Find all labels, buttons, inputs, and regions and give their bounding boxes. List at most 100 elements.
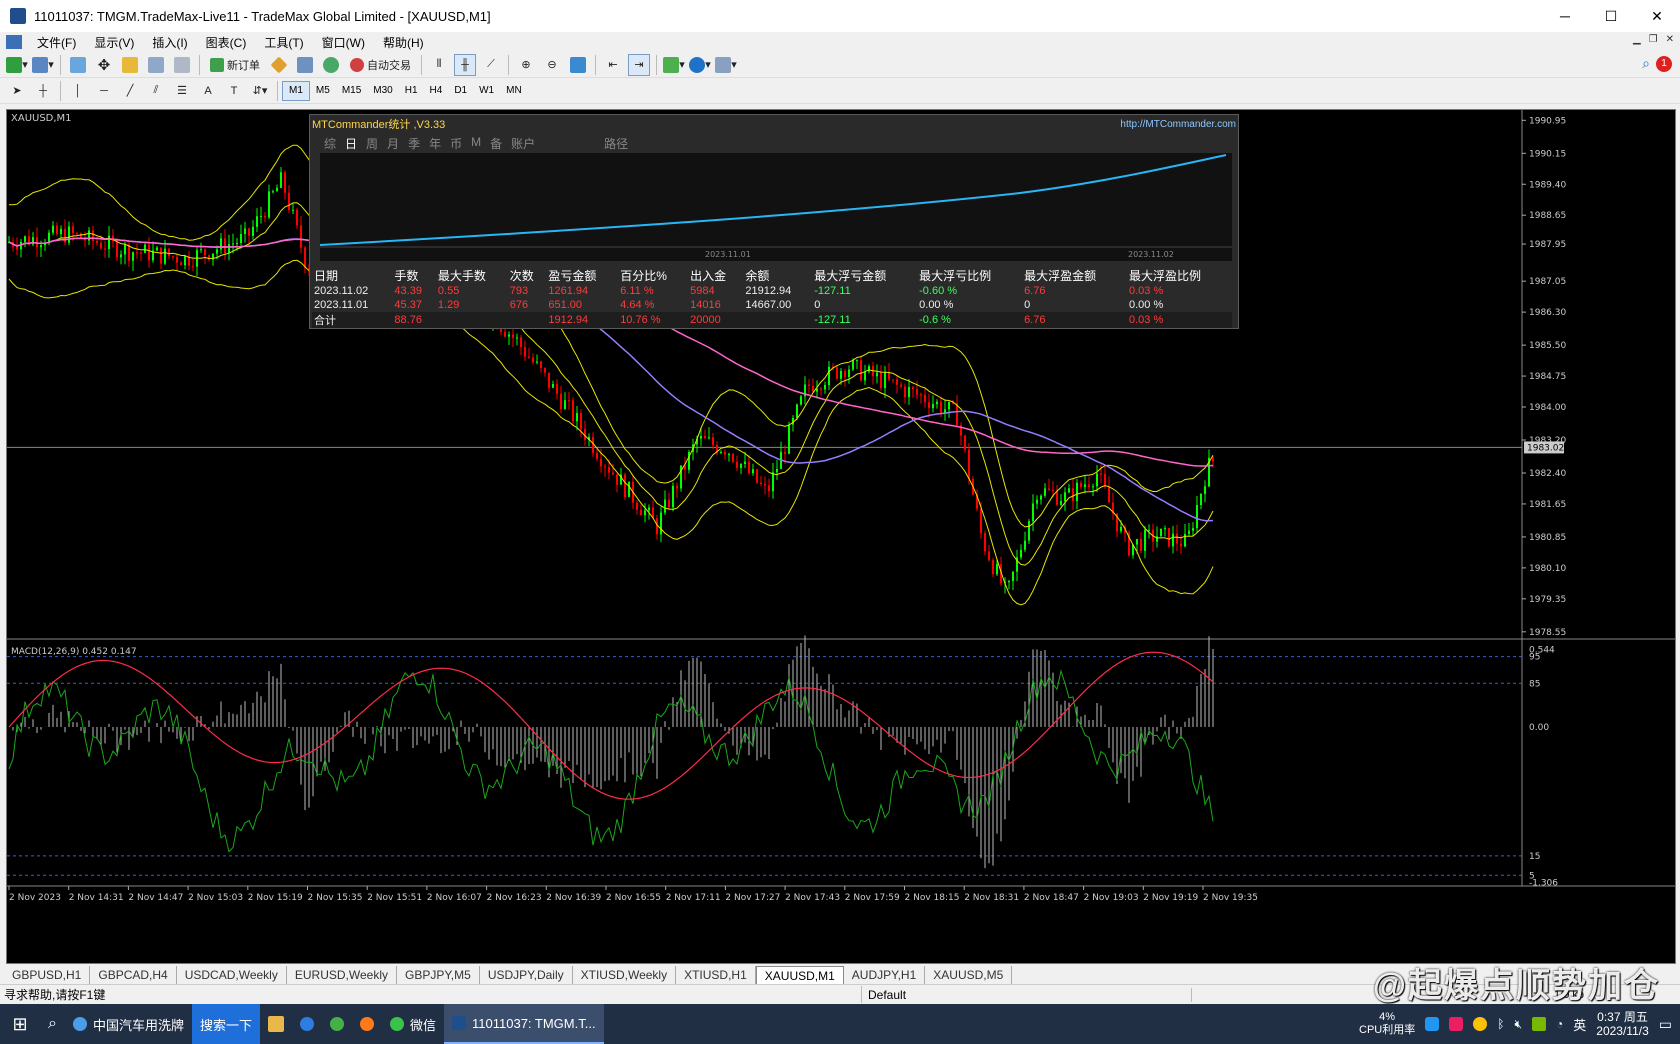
chart-shift-button[interactable]: ⇥ bbox=[628, 53, 650, 76]
notification-icon[interactable]: 1 bbox=[1656, 56, 1672, 72]
metaeditor-button[interactable] bbox=[268, 54, 290, 76]
mdi-restore-icon[interactable]: ❐ bbox=[1649, 34, 1658, 45]
periods-button[interactable]: ▾ bbox=[689, 54, 711, 76]
panel-tab-day[interactable]: 日 bbox=[345, 135, 357, 151]
crosshair-button[interactable]: ┼ bbox=[32, 80, 54, 102]
trend-line-button[interactable]: ╱ bbox=[119, 80, 141, 102]
panel-tab-m[interactable]: M bbox=[471, 135, 481, 149]
vertical-line-button[interactable]: │ bbox=[67, 80, 89, 102]
timeframe-m1[interactable]: M1 bbox=[282, 80, 310, 101]
timeframe-h1[interactable]: H1 bbox=[399, 81, 424, 101]
symbol-tab[interactable]: XAUUSD,M5 bbox=[925, 966, 1013, 984]
menu-charts[interactable]: 图表(C) bbox=[197, 34, 256, 51]
market-button[interactable] bbox=[320, 54, 342, 76]
chart-window[interactable]: XAUUSD,M1 MACD(12,26,9) 0.452 0.147 1990… bbox=[6, 109, 1676, 964]
tray-app-icon[interactable] bbox=[1473, 1017, 1488, 1031]
symbol-tab[interactable]: GBPUSD,H1 bbox=[4, 966, 91, 984]
indicators-button[interactable]: ▾ bbox=[663, 54, 685, 76]
auto-trading-button[interactable]: 自动交易 bbox=[346, 54, 415, 76]
text-button[interactable]: A bbox=[197, 80, 219, 102]
data-window-button[interactable]: ✥ bbox=[93, 54, 115, 76]
timeframe-mn[interactable]: MN bbox=[500, 81, 528, 101]
menu-window[interactable]: 窗口(W) bbox=[313, 34, 374, 51]
text-label-button[interactable]: T bbox=[223, 80, 245, 102]
windows-start-icon[interactable]: ⊞ bbox=[0, 1004, 40, 1044]
bluetooth-icon[interactable]: ᛒ bbox=[1497, 1017, 1504, 1031]
nvidia-icon[interactable] bbox=[1532, 1017, 1546, 1031]
app-green-icon[interactable] bbox=[322, 1004, 352, 1044]
panel-tab-currency[interactable]: 币 bbox=[450, 135, 462, 151]
zoom-out-button[interactable]: ⊖ bbox=[541, 54, 563, 76]
clock[interactable]: 0:37 周五 2023/11/3 bbox=[1596, 1010, 1649, 1038]
zoom-in-button[interactable]: ⊕ bbox=[515, 54, 537, 76]
panel-tab-route[interactable]: 路径 bbox=[604, 135, 628, 151]
tile-windows-button[interactable] bbox=[567, 54, 589, 76]
network-icon[interactable]: ◔ bbox=[1556, 1017, 1563, 1031]
mdi-close-icon[interactable]: ✕ bbox=[1666, 34, 1674, 45]
search-icon[interactable]: ⌕ bbox=[1642, 55, 1650, 72]
terminal-button[interactable] bbox=[145, 54, 167, 76]
symbol-tab[interactable]: USDJPY,Daily bbox=[480, 966, 573, 984]
symbol-tab[interactable]: EURUSD,Weekly bbox=[287, 966, 397, 984]
symbol-tab[interactable]: USDCAD,Weekly bbox=[177, 966, 287, 984]
panel-tab-summary[interactable]: 综 bbox=[324, 135, 336, 151]
market-watch-button[interactable] bbox=[67, 54, 89, 76]
notifications-icon[interactable]: ▭ bbox=[1659, 1016, 1672, 1033]
symbol-tab[interactable]: XTIUSD,H1 bbox=[676, 966, 756, 984]
panel-tab-month[interactable]: 月 bbox=[387, 135, 399, 151]
menu-insert[interactable]: 插入(I) bbox=[143, 34, 196, 51]
language-indicator[interactable]: 英 bbox=[1573, 1015, 1586, 1034]
panel-tab-account[interactable]: 账户 bbox=[511, 135, 535, 151]
panel-tab-note[interactable]: 备 bbox=[490, 135, 502, 151]
taskbar-mt4[interactable]: 11011037: TMGM.T... bbox=[444, 1004, 604, 1044]
symbol-tab-active[interactable]: XAUUSD,M1 bbox=[755, 966, 844, 984]
panel-link[interactable]: http://MTCommander.com bbox=[1120, 119, 1236, 130]
timeframe-w1[interactable]: W1 bbox=[473, 81, 500, 101]
new-order-button[interactable]: 新订单 bbox=[206, 54, 264, 76]
autoscroll-button[interactable]: ⇤ bbox=[602, 54, 624, 76]
bar-chart-button[interactable]: ⫴ bbox=[428, 54, 450, 76]
symbol-tab[interactable]: AUDJPY,H1 bbox=[844, 966, 926, 984]
volume-icon[interactable]: 🔇︎ bbox=[1514, 1017, 1522, 1032]
taskbar-app-browser[interactable]: 中国汽车用洗牌 bbox=[65, 1004, 192, 1044]
panel-tab-year[interactable]: 年 bbox=[429, 135, 441, 151]
tray-app-icon[interactable] bbox=[1449, 1017, 1464, 1031]
new-chart-button[interactable]: ▾ bbox=[6, 54, 28, 76]
arrows-button[interactable]: ⇵ ▾ bbox=[249, 80, 271, 102]
menu-tools[interactable]: 工具(T) bbox=[255, 34, 312, 51]
channel-button[interactable]: ⫽ bbox=[145, 80, 167, 102]
timeframe-m30[interactable]: M30 bbox=[367, 81, 398, 101]
candle-chart-button[interactable]: ╫ bbox=[454, 53, 476, 76]
app-k-icon[interactable] bbox=[292, 1004, 322, 1044]
line-chart-button[interactable]: ⟋ bbox=[480, 54, 502, 76]
cursor-button[interactable]: ➤ bbox=[6, 80, 28, 102]
tray-app-icon[interactable] bbox=[1425, 1017, 1440, 1031]
mdi-minimize-icon[interactable]: ▁ bbox=[1633, 34, 1641, 45]
search-icon[interactable]: ⌕ bbox=[40, 1004, 65, 1044]
timeframe-m5[interactable]: M5 bbox=[310, 81, 336, 101]
close-button[interactable]: ✕ bbox=[1634, 0, 1680, 32]
firefox-icon[interactable] bbox=[352, 1004, 382, 1044]
panel-tab-week[interactable]: 周 bbox=[366, 135, 378, 151]
fibonacci-button[interactable]: ☰ bbox=[171, 80, 193, 102]
timeframe-h4[interactable]: H4 bbox=[424, 81, 449, 101]
panel-tab-quarter[interactable]: 季 bbox=[408, 135, 420, 151]
symbol-tab[interactable]: XTIUSD,Weekly bbox=[573, 966, 677, 984]
file-explorer-icon[interactable] bbox=[260, 1004, 292, 1044]
timeframe-d1[interactable]: D1 bbox=[448, 81, 473, 101]
timeframe-m15[interactable]: M15 bbox=[336, 81, 367, 101]
maximize-button[interactable]: ☐ bbox=[1588, 0, 1634, 32]
symbol-tab[interactable]: GBPCAD,H4 bbox=[90, 966, 177, 984]
taskbar-wechat[interactable]: 微信 bbox=[382, 1004, 444, 1044]
menu-view[interactable]: 显示(V) bbox=[85, 34, 143, 51]
signals-button[interactable] bbox=[294, 54, 316, 76]
templates-button[interactable]: ▾ bbox=[715, 54, 737, 76]
menu-file[interactable]: 文件(F) bbox=[28, 34, 85, 51]
taskbar-search-button[interactable]: 搜索一下 bbox=[191, 1004, 260, 1044]
navigator-button[interactable] bbox=[119, 54, 141, 76]
minimize-button[interactable]: ─ bbox=[1542, 0, 1588, 32]
symbol-tab[interactable]: GBPJPY,M5 bbox=[397, 966, 480, 984]
strategy-tester-button[interactable] bbox=[171, 54, 193, 76]
profiles-button[interactable]: ▾ bbox=[32, 54, 54, 76]
menu-help[interactable]: 帮助(H) bbox=[374, 34, 433, 51]
